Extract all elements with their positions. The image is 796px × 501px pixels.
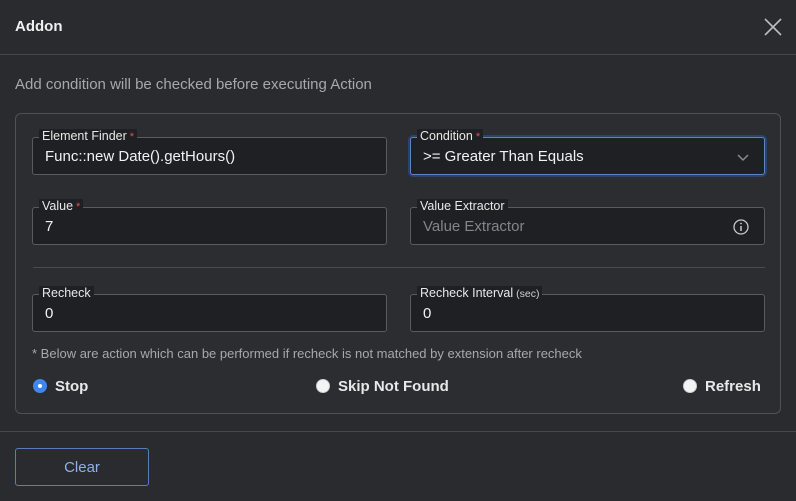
value-input-value: 7 <box>45 218 54 235</box>
divider <box>33 267 765 268</box>
required-marker: * <box>475 131 481 143</box>
recheck-interval-label: Recheck Interval (sec) <box>417 286 543 301</box>
value-label: Value * <box>39 199 84 214</box>
radio-stop-label: Stop <box>55 377 89 395</box>
required-marker: * <box>76 201 81 213</box>
recheck-label: Recheck <box>39 286 94 300</box>
recheck-note: * Below are action which can be performe… <box>32 346 582 361</box>
value-extractor-field[interactable]: Value Extractor Value Extractor <box>410 199 765 245</box>
radio-skip-not-found-label: Skip Not Found <box>338 377 449 395</box>
clear-button[interactable]: Clear <box>15 448 149 486</box>
radio-skip-not-found[interactable]: Skip Not Found <box>316 376 449 396</box>
radio-circle[interactable] <box>316 379 330 393</box>
radio-refresh[interactable]: Refresh <box>683 376 761 396</box>
condition-value: >= Greater Than Equals <box>423 148 584 165</box>
condition-label: Condition * <box>417 129 484 144</box>
element-finder-label: Element Finder * <box>39 129 138 144</box>
recheck-interval-value: 0 <box>423 305 432 322</box>
condition-select[interactable]: Condition * >= Greater Than Equals <box>410 129 765 175</box>
radio-stop[interactable]: Stop <box>33 376 88 396</box>
radio-circle-selected[interactable] <box>33 379 47 393</box>
chevron-down-icon <box>737 154 749 162</box>
dialog-subtitle: Add condition will be checked before exe… <box>15 76 372 93</box>
close-icon[interactable] <box>762 16 784 38</box>
recheck-interval-field[interactable]: Recheck Interval (sec) 0 <box>410 286 765 332</box>
dialog-title: Addon <box>15 18 63 35</box>
element-finder-field[interactable]: Element Finder * Func::new Date().getHour… <box>32 129 387 175</box>
element-finder-value: Func::new Date().getHours() <box>45 148 236 165</box>
condition-panel: Element Finder * Func::new Date().getHour… <box>15 113 781 414</box>
recheck-field[interactable]: Recheck 0 <box>32 286 387 332</box>
recheck-interval-unit: (sec) <box>516 288 540 300</box>
value-extractor-placeholder: Value Extractor <box>423 218 525 235</box>
info-icon[interactable] <box>732 218 750 236</box>
value-field[interactable]: Value * 7 <box>32 199 387 245</box>
radio-circle[interactable] <box>683 379 697 393</box>
radio-refresh-label: Refresh <box>705 377 761 395</box>
recheck-value: 0 <box>45 305 54 322</box>
value-extractor-label: Value Extractor <box>417 199 508 213</box>
dialog-footer: Clear <box>0 431 796 501</box>
dialog-header: Addon <box>0 0 796 55</box>
required-marker: * <box>129 131 135 143</box>
